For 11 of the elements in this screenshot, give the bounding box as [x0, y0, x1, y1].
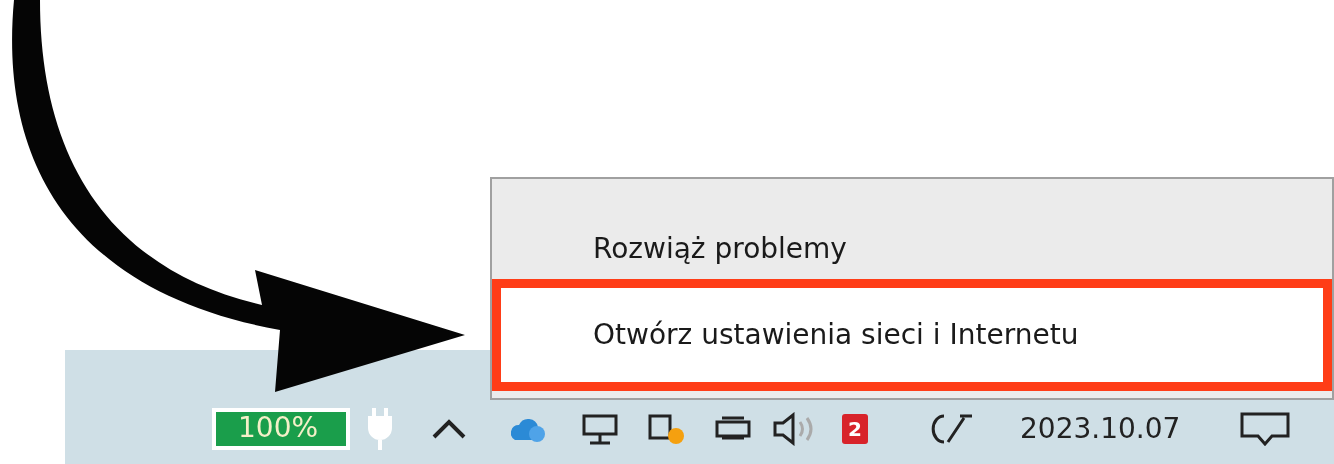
power-plug-icon	[368, 408, 392, 450]
monitor-icon[interactable]	[582, 413, 618, 445]
notification-dot-icon[interactable]	[646, 412, 686, 446]
menu-item[interactable]: Rozwiąż problemy	[492, 219, 1332, 279]
tray-badge[interactable]: 2	[842, 414, 868, 444]
printer-icon[interactable]	[714, 416, 752, 442]
date-text[interactable]: 2023.10.07	[1020, 408, 1181, 450]
chat-bubble-icon[interactable]	[1240, 412, 1291, 446]
chevron-up-icon[interactable]	[432, 419, 466, 439]
battery-percentage: 100%	[238, 411, 319, 445]
menu-item[interactable]: Otwórz ustawienia sieci i Internetu	[492, 279, 1332, 391]
